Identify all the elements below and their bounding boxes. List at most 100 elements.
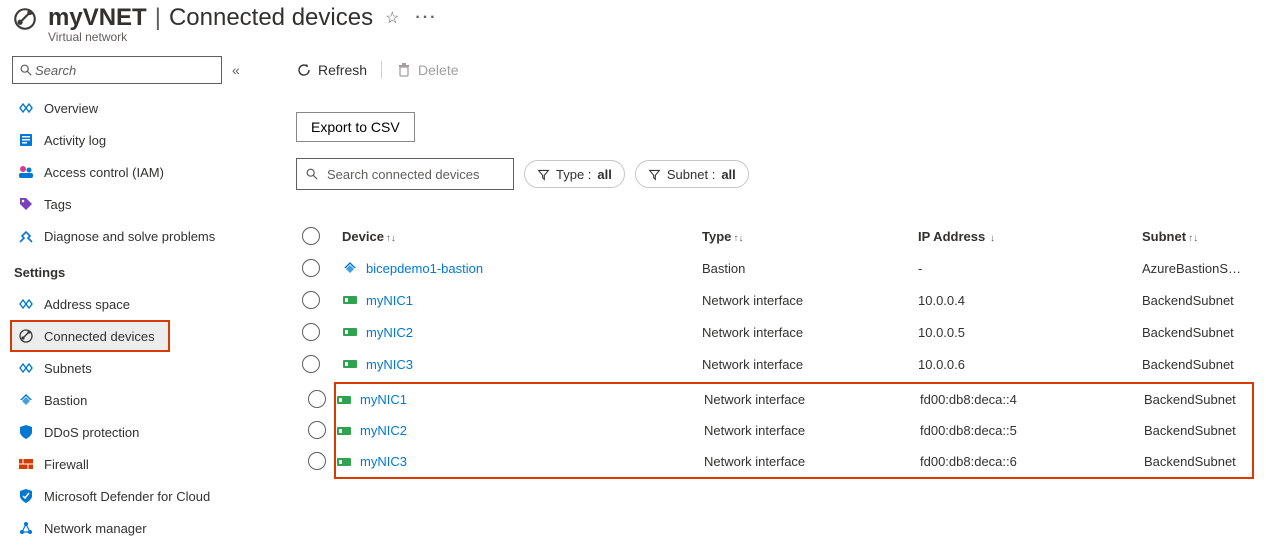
sidebar-item-address[interactable]: Address space [12,288,260,320]
nic-icon [342,324,358,340]
cell-type: Network interface [702,325,918,340]
device-link[interactable]: myNIC1 [360,392,407,407]
table-row[interactable]: myNIC1 Network interface fd00:db8:deca::… [336,384,1252,415]
sidebar-item-activity[interactable]: Activity log [12,124,260,156]
sort-icon: ↓ [987,233,995,244]
sidebar-item-connected[interactable]: Connected devices [10,320,170,352]
export-csv-button[interactable]: Export to CSV [296,112,415,142]
highlighted-rows: myNIC1 Network interface fd00:db8:deca::… [334,382,1254,479]
device-link[interactable]: myNIC2 [360,423,407,438]
sidebar-item-diagnose[interactable]: Diagnose and solve problems [12,220,260,252]
sidebar-item-firewall[interactable]: Firewall [12,448,260,480]
resource-icon [12,6,40,34]
table-row[interactable]: myNIC3 Network interface fd00:db8:deca::… [336,446,1252,477]
row-radio[interactable] [302,291,320,309]
sidebar-item-label: Microsoft Defender for Cloud [44,489,210,504]
col-type[interactable]: Type↑↓ [702,229,918,244]
row-radio[interactable] [308,390,326,408]
cell-type: Bastion [702,261,918,276]
tag-icon [18,196,34,212]
resource-name: myVNET [48,4,147,32]
nic-icon [342,292,358,308]
filter-type-pill[interactable]: Type : all [524,160,625,188]
cell-subnet: BackendSubnet [1142,325,1254,340]
device-link[interactable]: myNIC2 [366,325,413,340]
title-separator: | [155,4,161,32]
device-link[interactable]: myNIC1 [366,293,413,308]
settings-heading: Settings [12,256,260,288]
cell-type: Network interface [702,357,918,372]
device-link[interactable]: myNIC3 [360,454,407,469]
row-radio[interactable] [302,355,320,373]
row-radio[interactable] [308,421,326,439]
sidebar-item-subnets[interactable]: Subnets [12,352,260,384]
refresh-icon [296,62,312,78]
refresh-button[interactable]: Refresh [296,62,367,78]
col-device[interactable]: Device↑↓ [342,229,702,244]
filter-icon [648,168,661,181]
cell-subnet: BackendSubnet [1144,423,1252,438]
select-all-radio[interactable] [302,227,320,245]
row-radio[interactable] [308,452,326,470]
sidebar-item-label: Activity log [44,133,106,148]
cell-subnet: BackendSubnet [1144,392,1252,407]
sidebar-item-label: DDoS protection [44,425,139,440]
device-search[interactable] [296,158,514,190]
row-radio[interactable] [302,259,320,277]
device-link[interactable]: myNIC3 [366,357,413,372]
collapse-icon[interactable]: « [232,62,240,78]
filter-subnet-value: all [721,167,735,182]
cell-subnet: BackendSubnet [1144,454,1252,469]
filter-icon [537,168,550,181]
device-link[interactable]: bicepdemo1-bastion [366,261,483,276]
sidebar-item-tags[interactable]: Tags [12,188,260,220]
sidebar-search-input[interactable] [33,62,215,79]
delete-label: Delete [418,62,458,78]
search-icon [19,63,33,77]
sidebar-item-netmgr[interactable]: Network manager [12,512,260,544]
defender-icon [18,488,34,504]
cell-ip: fd00:db8:deca::6 [920,454,1144,469]
vnet-icon [18,360,34,376]
filter-subnet-pill[interactable]: Subnet : all [635,160,749,188]
search-icon [305,167,319,181]
table-row[interactable]: myNIC3 Network interface 10.0.0.6 Backen… [296,348,1254,380]
sidebar-item-label: Tags [44,197,71,212]
sort-icon: ↑↓ [386,233,396,244]
sidebar-item-defender[interactable]: Microsoft Defender for Cloud [12,480,260,512]
row-radio[interactable] [302,323,320,341]
sidebar-item-ddos[interactable]: DDoS protection [12,416,260,448]
delete-button: Delete [396,62,458,78]
more-icon[interactable]: ··· [411,5,441,31]
device-search-input[interactable] [325,166,505,183]
sidebar-item-iam[interactable]: Access control (IAM) [12,156,260,188]
sidebar-item-label: Address space [44,297,130,312]
sidebar-item-overview[interactable]: Overview [12,92,260,124]
nic-icon [342,356,358,372]
sidebar-item-bastion[interactable]: Bastion [12,384,260,416]
table-row[interactable]: myNIC2 Network interface fd00:db8:deca::… [336,415,1252,446]
col-ip[interactable]: IP Address ↓ [918,229,1142,244]
table-row[interactable]: myNIC1 Network interface 10.0.0.4 Backen… [296,284,1254,316]
firewall-icon [18,456,34,472]
sidebar-search[interactable] [12,56,222,84]
bastion-icon [18,392,34,408]
col-subnet[interactable]: Subnet↑↓ [1142,229,1254,244]
favorite-star-icon[interactable]: ☆ [381,4,403,32]
separator [381,61,382,79]
iam-icon [18,164,34,180]
page-header: myVNET | Connected devices ☆ ··· Virtual… [0,0,1266,48]
cell-subnet: BackendSubnet [1142,293,1254,308]
delete-icon [396,62,412,78]
resource-type: Virtual network [48,30,441,44]
sidebar-item-label: Network manager [44,521,147,536]
table-row[interactable]: bicepdemo1-bastion Bastion - AzureBastio… [296,252,1254,284]
cell-type: Network interface [704,392,920,407]
cell-ip: 10.0.0.5 [918,325,1142,340]
table-row[interactable]: myNIC2 Network interface 10.0.0.5 Backen… [296,316,1254,348]
main-content: Refresh Delete Export to CSV Type : [260,48,1266,550]
refresh-label: Refresh [318,62,367,78]
shield-icon [18,424,34,440]
filter-type-value: all [597,167,611,182]
vnet-icon [18,100,34,116]
